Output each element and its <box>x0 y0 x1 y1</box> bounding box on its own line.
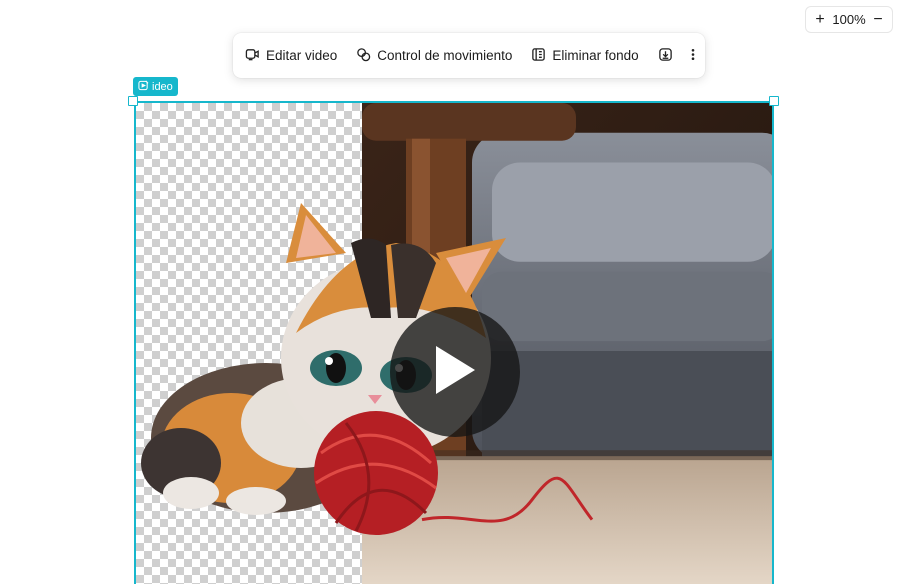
play-button[interactable] <box>390 307 520 437</box>
resize-handle-top-right[interactable] <box>769 96 779 106</box>
remove-background-label: Eliminar fondo <box>552 48 639 63</box>
zoom-in-button[interactable]: + <box>812 11 828 28</box>
motion-control-icon <box>356 47 371 65</box>
remove-background-icon <box>531 47 546 65</box>
edit-video-icon <box>245 47 260 65</box>
more-options-button[interactable] <box>690 47 696 65</box>
play-icon <box>432 343 478 402</box>
zoom-out-button[interactable]: − <box>870 11 886 28</box>
motion-control-button[interactable]: Control de movimiento <box>356 47 512 65</box>
zoom-control: + 100% − <box>805 6 893 33</box>
edit-video-label: Editar video <box>266 48 338 63</box>
video-toolbar: Editar video Control de movimiento Elimi… <box>233 33 705 78</box>
resize-handle-top-left[interactable] <box>128 96 138 106</box>
video-layer-tag: ideo <box>133 77 178 96</box>
canvas: + 100% − Editar video Control de movimie… <box>0 0 902 584</box>
more-vertical-icon <box>690 47 696 65</box>
video-tag-icon <box>138 80 149 94</box>
video-element[interactable] <box>134 101 774 584</box>
edit-video-button[interactable]: Editar video <box>245 47 337 65</box>
download-icon <box>658 47 673 65</box>
remove-background-button[interactable]: Eliminar fondo <box>531 47 639 65</box>
motion-control-label: Control de movimiento <box>377 48 513 63</box>
download-button[interactable] <box>658 47 673 65</box>
video-tag-label: ideo <box>152 80 173 93</box>
zoom-level: 100% <box>832 12 866 27</box>
